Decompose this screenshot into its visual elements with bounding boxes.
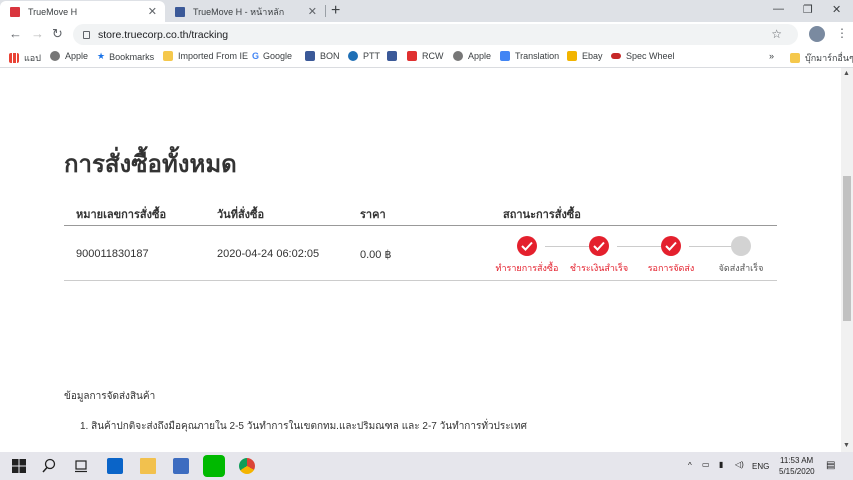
apple-icon <box>50 51 60 61</box>
header-order-status: สถานะการสั่งซื้อ <box>503 209 581 221</box>
bookmark-spec-wheel[interactable]: Spec Wheel <box>611 51 675 61</box>
facebook-icon <box>305 51 315 61</box>
facebook-favicon <box>175 6 185 17</box>
volume-icon[interactable]: ◁) <box>735 460 744 469</box>
restore-icon[interactable]: ❐ <box>803 3 813 16</box>
network-icon[interactable]: ▮ <box>719 460 723 469</box>
apps-grid-icon <box>9 53 19 63</box>
bookmark-bookmarks[interactable]: ★ Bookmarks <box>97 51 154 62</box>
bookmarks-more-icon[interactable]: » <box>769 51 774 61</box>
tab-truemove-home[interactable]: TrueMove H - หน้าหลัก ✕ <box>165 1 325 22</box>
row-divider <box>64 280 777 281</box>
browser-toolbar: ← → ↻ store.truecorp.co.th/tracking ☆ <box>0 22 853 46</box>
apps-bookmark[interactable]: แอป <box>9 51 41 65</box>
bookmark-apple-2[interactable]: Apple <box>453 51 491 61</box>
step-label-ordered: ทำรายการสั่งซื้อ <box>495 263 559 273</box>
chrome-icon[interactable] <box>239 458 255 474</box>
google-icon: G <box>252 51 260 61</box>
close-tab-icon[interactable]: ✕ <box>148 5 157 18</box>
folder-icon <box>790 53 800 63</box>
clock-time[interactable]: 11:53 AM <box>780 456 813 465</box>
network-app-icon[interactable] <box>173 458 189 474</box>
address-bar[interactable]: store.truecorp.co.th/tracking ☆ <box>73 24 798 45</box>
ebay-icon <box>567 51 577 61</box>
bookmark-star-icon[interactable]: ☆ <box>771 27 782 41</box>
tab-title: TrueMove H - หน้าหลัก <box>193 6 285 17</box>
truemove-favicon <box>10 6 20 17</box>
rcw-icon <box>407 51 417 61</box>
tray-chevron-icon[interactable]: ^ <box>688 461 692 470</box>
apple-icon <box>453 51 463 61</box>
bookmark-ptt[interactable]: PTT <box>348 51 380 61</box>
lock-icon <box>83 30 90 39</box>
step-awaiting-shipment-check-icon <box>661 236 681 256</box>
minimize-icon[interactable]: — <box>773 3 784 15</box>
order-number: 900011830187 <box>76 248 149 260</box>
task-view-icon[interactable] <box>73 458 89 474</box>
shipping-info-item: 1. สินค้าปกติจะส่งถึงมือคุณภายใน 2-5 วัน… <box>80 421 528 432</box>
forward-icon[interactable]: → <box>31 26 44 41</box>
facebook-icon <box>387 51 397 61</box>
page-content: การสั่งซื้อทั้งหมด หมายเลขการสั่งซื้อ วั… <box>0 68 841 452</box>
header-order-date: วันที่สั่งซื้อ <box>217 209 265 221</box>
tab-separator <box>325 5 326 17</box>
step-label-delivered: จัดส่งสำเร็จ <box>718 263 764 273</box>
order-price: 0.00 ฿ <box>360 249 392 261</box>
bookmark-facebook[interactable] <box>387 51 402 61</box>
bookmark-ebay[interactable]: Ebay <box>567 51 603 61</box>
scroll-up-icon[interactable]: ▲ <box>843 70 850 77</box>
other-bookmarks[interactable]: บุ๊กมาร์กอื่นๆ <box>790 51 853 65</box>
shipping-info-title: ข้อมูลการจัดส่งสินค้า <box>64 391 156 402</box>
step-connector <box>689 246 733 247</box>
tab-title: TrueMove H <box>28 6 78 17</box>
step-ordered-check-icon <box>517 236 537 256</box>
outlook-icon[interactable] <box>107 458 123 474</box>
header-divider <box>64 225 777 226</box>
bookmark-rcw[interactable]: RCW <box>407 51 444 61</box>
step-delivered-circle <box>731 236 751 256</box>
bookmark-google[interactable]: G Google <box>252 51 292 61</box>
step-label-awaiting-shipment: รอการจัดส่ง <box>647 263 695 273</box>
ptt-icon <box>348 51 358 61</box>
header-order-number: หมายเลขการสั่งซื้อ <box>76 209 167 221</box>
page-title: การสั่งซื้อทั้งหมด <box>64 151 237 178</box>
tab-truemove[interactable]: TrueMove H ✕ <box>0 1 165 22</box>
clock-date[interactable]: 5/15/2020 <box>779 467 815 476</box>
bookmark-imported-from-ie[interactable]: Imported From IE <box>163 51 248 61</box>
header-price: ราคา <box>360 209 386 221</box>
bookmark-translation[interactable]: Translation <box>500 51 559 61</box>
bookmark-apple[interactable]: Apple <box>50 51 88 61</box>
url-text: store.truecorp.co.th/tracking <box>98 28 229 41</box>
windows-taskbar: ^ ▭ ▮ ◁) ENG 11:53 AM 5/15/2020 ▤ <box>0 452 853 480</box>
input-language[interactable]: ENG <box>752 462 769 471</box>
bookmarks-bar: แอป Apple ★ Bookmarks Imported From IE G… <box>0 46 853 68</box>
file-explorer-icon[interactable] <box>140 458 156 474</box>
step-label-paid: ชำระเงินสำเร็จ <box>569 263 629 273</box>
step-paid-check-icon <box>589 236 609 256</box>
tab-strip: TrueMove H ✕ TrueMove H - หน้าหลัก ✕ + —… <box>0 0 853 22</box>
star-icon: ★ <box>97 51 106 61</box>
back-icon[interactable]: ← <box>9 26 22 41</box>
close-window-icon[interactable]: ✕ <box>832 3 841 16</box>
windows-start-icon[interactable] <box>11 458 27 474</box>
line-app-icon[interactable] <box>203 455 225 477</box>
scroll-down-icon[interactable]: ▼ <box>843 442 850 449</box>
profile-avatar[interactable] <box>809 26 825 42</box>
menu-icon[interactable]: ⋮ <box>836 26 848 40</box>
translate-icon <box>500 51 510 61</box>
close-tab-icon[interactable]: ✕ <box>308 5 317 18</box>
bookmark-bon[interactable]: BON <box>305 51 340 61</box>
battery-icon[interactable]: ▭ <box>702 460 710 469</box>
notifications-icon[interactable]: ▤ <box>826 460 835 471</box>
new-tab-icon[interactable]: + <box>331 2 340 20</box>
reload-icon[interactable]: ↻ <box>52 26 63 42</box>
order-date: 2020-04-24 06:02:05 <box>217 248 320 260</box>
folder-icon <box>163 51 173 61</box>
search-icon[interactable] <box>41 458 57 474</box>
step-connector <box>545 246 589 247</box>
step-connector <box>617 246 661 247</box>
car-icon <box>611 53 621 59</box>
scrollbar-thumb[interactable] <box>843 176 851 321</box>
